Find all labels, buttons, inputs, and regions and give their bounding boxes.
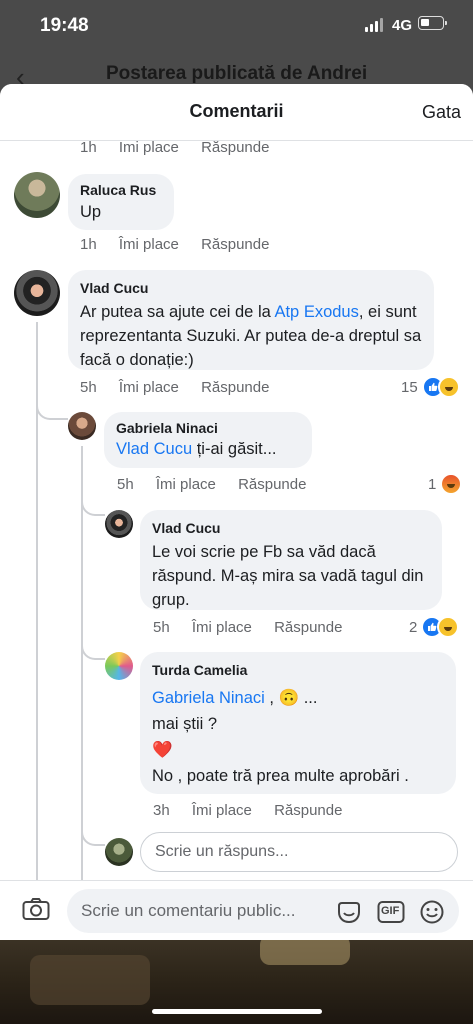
comment-meta: 5h Îmi place Răspunde	[153, 619, 342, 636]
comment-time: 5h	[80, 379, 97, 396]
avatar[interactable]	[14, 172, 60, 218]
comment-author[interactable]: Gabriela Ninaci	[116, 420, 300, 436]
haha-reaction-icon	[437, 616, 460, 638]
reaction-summary[interactable]: 2	[409, 616, 460, 638]
reply-link[interactable]: Răspunde	[238, 476, 306, 493]
emoji-icon[interactable]	[419, 900, 445, 924]
heart-emoji: ❤️	[152, 741, 173, 759]
user-avatar	[105, 838, 133, 866]
comment-time: 5h	[153, 619, 170, 636]
comments-list[interactable]: 1h Îmi place Răspunde Raluca Rus Up 1h Î…	[0, 140, 473, 880]
comment-bubble: Gabriela Ninaci Vlad Cucu ți-ai găsit...	[104, 412, 312, 468]
comment-time: 5h	[117, 476, 134, 493]
comment-bubble: Vlad Cucu Ar putea sa ajute cei de la At…	[68, 270, 434, 370]
avatar[interactable]	[14, 270, 60, 316]
comment-bubble: Vlad Cucu Le voi scrie pe Fb sa văd dacă…	[140, 510, 442, 610]
sticker-icon[interactable]	[336, 900, 362, 924]
reply-input[interactable]: Scrie un răspuns...	[140, 832, 458, 872]
like-link[interactable]: Îmi place	[156, 476, 216, 493]
comment-text: Le voi scrie pe Fb sa văd dacă răspund. …	[152, 543, 424, 609]
done-button[interactable]: Gata	[422, 102, 461, 123]
battery-icon	[418, 16, 447, 30]
reply-link[interactable]: Răspunde	[201, 379, 269, 396]
like-link[interactable]: Îmi place	[119, 236, 179, 253]
reaction-count: 1	[428, 475, 437, 493]
reaction-summary[interactable]: 15	[401, 376, 460, 398]
like-link[interactable]: Îmi place	[119, 379, 179, 396]
comment-time: 1h	[80, 236, 97, 253]
mention-link[interactable]: Gabriela Ninaci	[152, 689, 265, 707]
comment-meta: 5h Îmi place Răspunde	[117, 476, 306, 493]
comment-bubble: Turda Camelia Gabriela Ninaci , 🙃 ... ma…	[140, 652, 456, 794]
comment-meta: 3h Îmi place Răspunde	[153, 802, 342, 819]
comment-meta: 5h Îmi place Răspunde	[80, 379, 269, 396]
comment-meta: 1h Îmi place Răspunde	[80, 140, 269, 156]
haha-reaction-icon	[437, 376, 460, 398]
reply-link[interactable]: Răspunde	[274, 802, 342, 819]
status-time: 19:48	[40, 15, 89, 36]
comment-composer: Scrie un comentariu public... GIF	[0, 880, 473, 940]
comment-time: 3h	[153, 802, 170, 819]
comment-text: Vlad Cucu ți-ai găsit...	[116, 440, 277, 458]
sheet-title: Comentarii	[189, 101, 284, 121]
home-indicator[interactable]	[152, 1009, 322, 1014]
comment-meta: 1h Îmi place Răspunde	[80, 236, 269, 253]
comment-author[interactable]: Vlad Cucu	[152, 520, 430, 536]
reply-link[interactable]: Răspunde	[201, 236, 269, 253]
mention-link[interactable]: Vlad Cucu	[116, 440, 192, 458]
reaction-summary[interactable]: 1	[428, 473, 463, 495]
like-link[interactable]: Îmi place	[192, 619, 252, 636]
camera-icon[interactable]	[22, 897, 50, 921]
thread-line	[81, 446, 83, 880]
thread-connector	[36, 388, 68, 420]
comment-bubble: Raluca Rus Up	[68, 174, 174, 230]
comment-author[interactable]: Raluca Rus	[80, 182, 162, 198]
network-label: 4G	[392, 17, 413, 34]
avatar[interactable]	[68, 412, 96, 440]
comment-text: mai știi ?	[152, 715, 218, 733]
background-title: Postarea publicată de Andrei	[106, 63, 368, 84]
comment-text: Ar putea sa ajute cei de la Atp Exodus, …	[80, 303, 422, 369]
comment-author[interactable]: Vlad Cucu	[80, 280, 422, 296]
comment-time: 1h	[80, 140, 97, 156]
reply-link[interactable]: Răspunde	[274, 619, 342, 636]
comment-author[interactable]: Turda Camelia	[152, 662, 444, 678]
angry-reaction-icon	[440, 473, 463, 495]
reaction-count: 15	[401, 378, 418, 396]
status-bar: 19:48 4G	[0, 0, 473, 50]
like-link[interactable]: Îmi place	[119, 140, 179, 156]
comments-sheet: Comentarii Gata 1h Îmi place Răspunde Ra…	[0, 84, 473, 940]
comment-text: Up	[80, 203, 102, 221]
like-link[interactable]: Îmi place	[192, 802, 252, 819]
avatar[interactable]	[105, 510, 133, 538]
page-link[interactable]: Atp Exodus	[274, 303, 358, 321]
gif-icon[interactable]: GIF	[377, 900, 405, 924]
reply-link[interactable]: Răspunde	[201, 140, 269, 156]
thread-connector	[81, 490, 105, 516]
gif-label: GIF	[381, 905, 400, 917]
signal-icon	[365, 18, 385, 32]
thread-connector	[81, 816, 105, 846]
sheet-header: Comentarii Gata	[0, 84, 473, 141]
avatar[interactable]	[105, 652, 133, 680]
reaction-count: 2	[409, 618, 418, 636]
comment-text: Gabriela Ninaci , 🙃 ...	[152, 689, 318, 707]
thread-connector	[81, 630, 105, 660]
comment-text: No , poate tră prea multe aprobări .	[152, 767, 409, 785]
